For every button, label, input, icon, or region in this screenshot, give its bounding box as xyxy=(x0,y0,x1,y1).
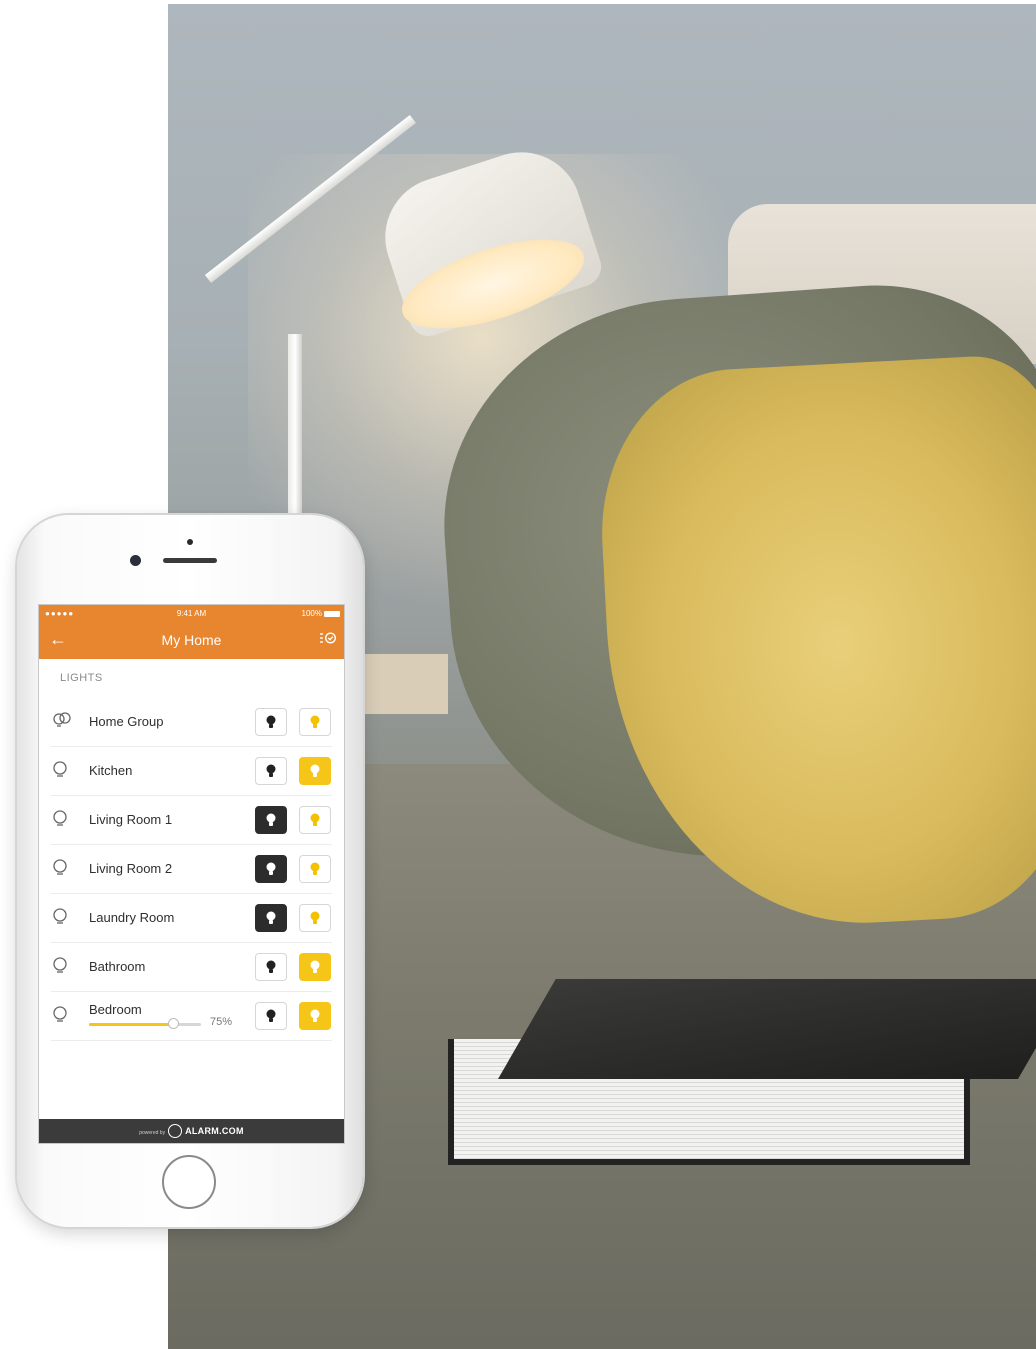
bulb-icon xyxy=(53,810,73,830)
dimmer-value: 75% xyxy=(210,1016,233,1028)
book xyxy=(438,979,1036,1189)
footer-branding: powered by ALARM.COM xyxy=(39,1119,344,1143)
dimmer-slider[interactable] xyxy=(89,1018,201,1029)
status-time: 9:41 AM xyxy=(176,609,207,618)
light-name: Kitchen xyxy=(89,763,133,778)
list-check-icon[interactable] xyxy=(320,631,337,648)
nightstand xyxy=(358,654,448,714)
battery-icon xyxy=(324,611,340,617)
status-bar: ●●●●● 9:41 AM 100% xyxy=(39,609,344,621)
front-camera xyxy=(130,555,141,566)
alarm-logo-icon xyxy=(168,1123,183,1138)
bulb-icon xyxy=(53,1006,73,1026)
light-on-button[interactable] xyxy=(299,757,331,785)
light-off-button[interactable] xyxy=(255,708,287,736)
light-on-button[interactable] xyxy=(299,953,331,981)
light-name: Living Room 1 xyxy=(89,812,173,827)
lights-list: Home Group Kitchen Living Room 1 Living … xyxy=(39,698,344,1041)
home-button[interactable] xyxy=(162,1155,216,1209)
light-off-button[interactable] xyxy=(255,757,287,785)
light-row-living-room-1[interactable]: Living Room 1 xyxy=(51,796,332,845)
bulb-group-icon xyxy=(53,712,73,732)
dimmer-slider-fill xyxy=(89,1023,173,1026)
light-on-button[interactable] xyxy=(299,904,331,932)
light-on-button[interactable] xyxy=(299,855,331,883)
light-off-button[interactable] xyxy=(255,855,287,883)
phone-screen: ●●●●● 9:41 AM 100% ← My Home LIGHTS Home… xyxy=(38,604,345,1144)
light-name: Bedroom xyxy=(89,1002,142,1017)
light-name: Living Room 2 xyxy=(89,861,173,876)
app-bar: ●●●●● 9:41 AM 100% ← My Home xyxy=(39,605,344,659)
light-off-button[interactable] xyxy=(255,904,287,932)
light-off-button[interactable] xyxy=(255,1002,287,1030)
earpiece-speaker xyxy=(163,558,217,563)
light-name: Bathroom xyxy=(89,959,146,974)
light-on-button[interactable] xyxy=(299,708,331,736)
light-on-button[interactable] xyxy=(299,806,331,834)
bulb-icon xyxy=(53,761,73,781)
bulb-icon xyxy=(53,957,73,977)
page-title: My Home xyxy=(161,632,222,648)
light-on-button[interactable] xyxy=(299,1002,331,1030)
light-row-living-room-2[interactable]: Living Room 2 xyxy=(51,845,332,894)
bulb-icon xyxy=(53,908,73,928)
bulb-icon xyxy=(53,859,73,879)
light-off-button[interactable] xyxy=(255,806,287,834)
light-name: Laundry Room xyxy=(89,910,175,925)
light-off-button[interactable] xyxy=(255,953,287,981)
light-name: Home Group xyxy=(89,714,164,729)
light-row-kitchen[interactable]: Kitchen xyxy=(51,747,332,796)
proximity-sensor xyxy=(187,539,193,545)
powered-by-label: powered by xyxy=(139,1130,166,1136)
phone-device: ●●●●● 9:41 AM 100% ← My Home LIGHTS Home… xyxy=(17,515,363,1227)
lamp-pole xyxy=(288,334,302,534)
light-row-bathroom[interactable]: Bathroom xyxy=(51,943,332,992)
light-row-laundry-room[interactable]: Laundry Room xyxy=(51,894,332,943)
battery-percent: 100% xyxy=(301,609,322,618)
book-cover xyxy=(498,979,1036,1079)
dimmer-slider-thumb[interactable] xyxy=(168,1018,179,1029)
section-label-lights: LIGHTS xyxy=(60,672,103,684)
light-row-bedroom[interactable]: Bedroom 75% xyxy=(51,992,332,1041)
light-row-home-group[interactable]: Home Group xyxy=(51,698,332,747)
brand-name: ALARM.COM xyxy=(185,1126,244,1136)
